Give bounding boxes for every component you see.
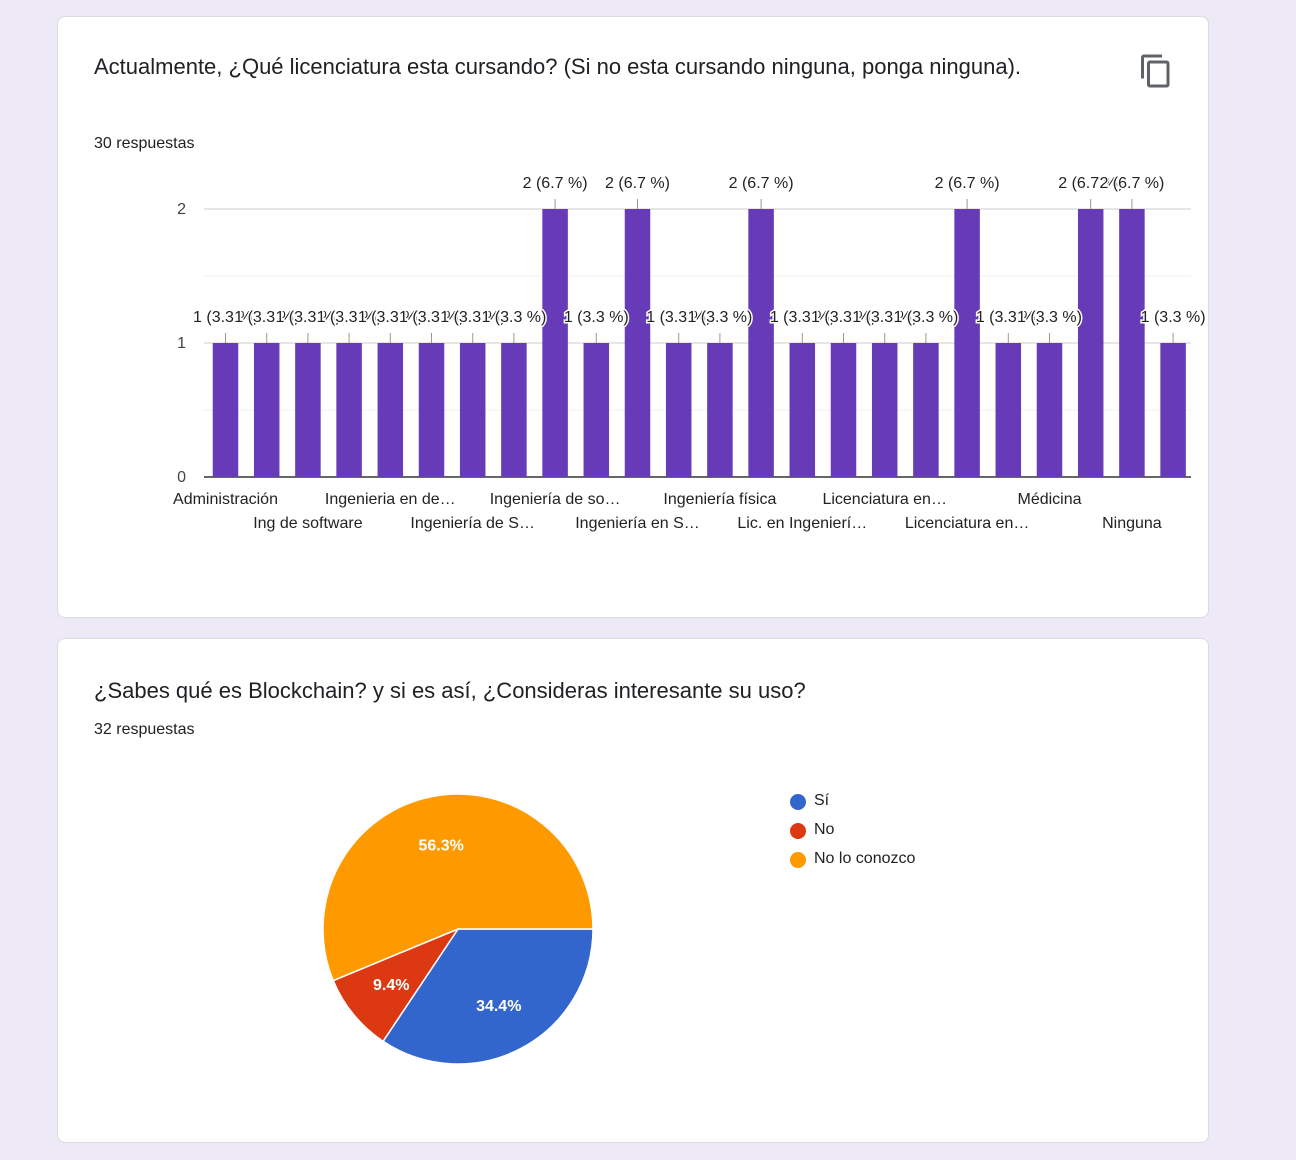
x-tick-label: Ingeniería de so…: [490, 491, 621, 508]
bar: [1160, 343, 1186, 477]
bar: [1119, 209, 1145, 477]
bar: [871, 343, 898, 477]
bar: [707, 343, 733, 477]
bar: [377, 343, 404, 477]
bar-chart: 0 1 2 1 (3.3 %) 1 (3.3 %) 1 (3.3 %) 1 (3.3 %) 1…: [173, 174, 1207, 533]
y-tick-label: 0: [177, 469, 186, 486]
legend-label: No: [814, 821, 835, 838]
bar: [748, 209, 774, 477]
bar: [459, 343, 486, 477]
data-label: 2 (6.7 %): [729, 175, 794, 192]
response-count: 32 respuestas: [94, 721, 195, 738]
x-tick-label: Administración: [173, 491, 278, 508]
bar: [995, 343, 1022, 477]
response-count: 30 respuestas: [94, 135, 195, 152]
bar: [954, 209, 980, 477]
bar: [789, 343, 816, 477]
bar: [583, 343, 610, 477]
bar: [665, 343, 692, 477]
bar: [624, 209, 651, 477]
bar: [418, 343, 445, 477]
x-tick-label: Ing de software: [253, 515, 363, 532]
x-tick-label: Licenciatura en…: [822, 491, 947, 508]
legend-label: No lo conozco: [814, 850, 916, 867]
data-label: 1 (3.3 %): [564, 309, 629, 326]
data-label: 2 (6.7 %): [523, 175, 588, 192]
x-tick-label: Ingeniería física: [663, 491, 776, 508]
bar: [336, 343, 362, 477]
x-tick-label: Licenciatura en…: [905, 515, 1030, 532]
data-label: 2 (6.7 %): [605, 175, 670, 192]
x-tick-label: Lic. en Ingenierí…: [737, 515, 867, 532]
data-label: 1 (3.3 %): [481, 309, 546, 326]
legend-label: Sí: [814, 792, 830, 809]
bar: [501, 343, 527, 477]
question-title: ¿Sabes qué es Blockchain? y si es así, ¿…: [94, 678, 806, 703]
data-label: 2 (6.7 %): [1099, 175, 1164, 192]
pie-chart: 34.4% 9.4% 56.3%: [322, 793, 594, 1065]
data-label: 2 (6.7 %): [935, 175, 1000, 192]
legend-swatch: [790, 794, 806, 810]
x-tick-label: Ingenieria en de…: [325, 491, 456, 508]
y-tick-label: 1: [177, 335, 186, 352]
pie-slice-label: 56.3%: [418, 837, 463, 854]
data-label: 1 (3.3 %): [1017, 309, 1082, 326]
data-label: 1 (3.3 %): [687, 309, 752, 326]
bar: [212, 343, 239, 477]
question-card-blockchain: ¿Sabes qué es Blockchain? y si es así, ¿…: [57, 638, 1209, 1143]
bar: [542, 209, 568, 477]
bar: [830, 343, 857, 477]
legend-swatch: [790, 823, 806, 839]
x-tick-label: Médicina: [1017, 491, 1081, 508]
x-tick-label: Ingeniería de S…: [410, 515, 535, 532]
x-tick-label: Ingeniería en S…: [575, 515, 700, 532]
bar: [295, 343, 321, 477]
bar: [1036, 343, 1063, 477]
bar: [253, 343, 280, 477]
data-label: 1 (3.3 %): [1141, 309, 1206, 326]
question-card-licenciatura: Actualmente, ¿Qué licenciatura esta curs…: [57, 16, 1209, 618]
copy-icon[interactable]: [1138, 53, 1174, 89]
question-title: Actualmente, ¿Qué licenciatura esta curs…: [94, 54, 1022, 79]
legend-swatch: [790, 852, 806, 868]
bar: [1077, 209, 1104, 477]
bar: [913, 343, 939, 477]
x-tick-label: Ninguna: [1102, 515, 1162, 532]
pie-slice-label: 34.4%: [476, 998, 521, 1015]
pie-slice-label: 9.4%: [373, 977, 409, 994]
data-label: 1 (3.3 %): [893, 309, 958, 326]
y-tick-label: 2: [177, 201, 186, 218]
